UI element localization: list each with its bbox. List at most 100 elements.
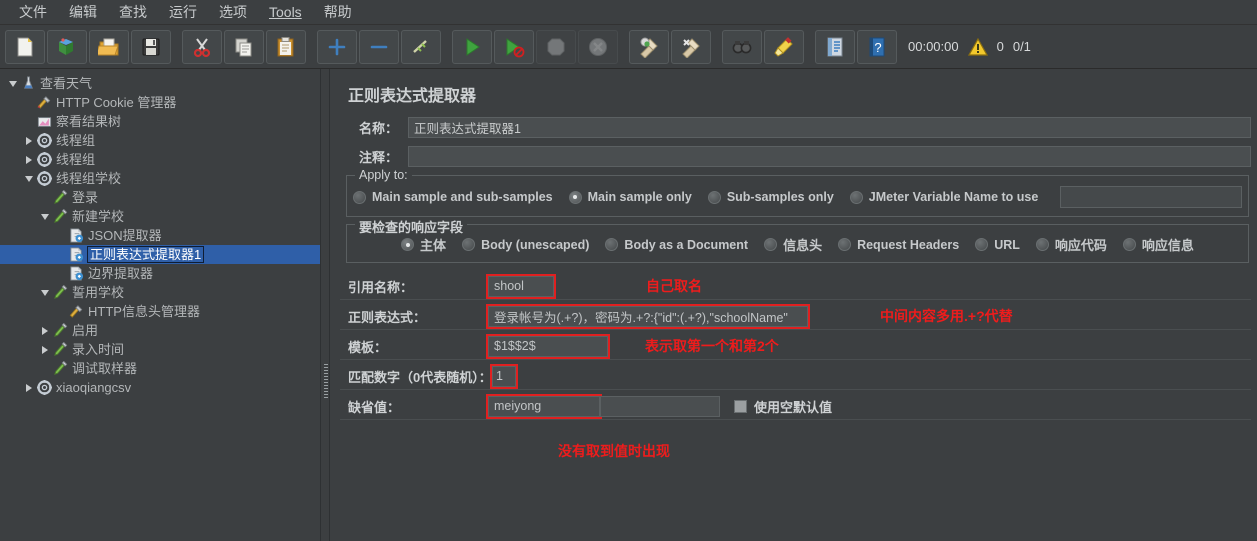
template-input[interactable] (486, 333, 610, 359)
tree-node[interactable]: HTTP信息头管理器 (0, 302, 320, 321)
default-value-label: 缺省值： (348, 399, 401, 415)
comment-input[interactable] (408, 146, 1251, 167)
tree-node[interactable]: 查看天气 (0, 74, 320, 93)
tree-toggle-none (22, 93, 35, 112)
radio-jmeter-variable-name[interactable]: JMeter Variable Name to use (849, 190, 1038, 204)
tree-node-label: 线程组 (56, 152, 96, 167)
menu-edit[interactable]: 编辑 (58, 1, 108, 23)
tree-toggle-none (38, 188, 51, 207)
tree-toggle-expanded-icon[interactable] (38, 207, 51, 226)
radio-request-headers[interactable]: Request Headers (838, 238, 959, 252)
radio-body[interactable]: 主体 (401, 235, 446, 254)
radio-body-as-a-document[interactable]: Body as a Document (605, 238, 748, 252)
regex-row: 正则表达式： 中间内容多用.+?代替 (340, 303, 1251, 330)
tree-node[interactable]: 察看结果树 (0, 112, 320, 131)
tree-node[interactable]: 边界提取器 (0, 264, 320, 283)
tree-node[interactable]: 线程组 (0, 150, 320, 169)
function-helper-icon[interactable] (815, 29, 855, 64)
menu-run[interactable]: 运行 (158, 1, 208, 23)
toolbar: ? 00:00:00 0 0/1 (0, 25, 1257, 69)
tree-node[interactable]: 新建学校 (0, 207, 320, 226)
tree-toggle-collapsed-icon[interactable] (22, 131, 35, 150)
radio-sub-samples-only[interactable]: Sub-samples only (707, 190, 834, 204)
tree-node[interactable]: HTTP Cookie 管理器 (0, 93, 320, 112)
collapse-icon[interactable] (359, 29, 399, 64)
refname-input[interactable] (486, 273, 556, 299)
warning-icon[interactable] (967, 37, 988, 56)
tree-toggle-expanded-icon[interactable] (38, 283, 51, 302)
help-icon[interactable]: ? (857, 29, 897, 64)
use-empty-default-checkbox[interactable] (734, 399, 747, 413)
template-label: 模板： (348, 339, 388, 355)
menu-help-label: 帮助 (323, 4, 352, 20)
radio-body-unescaped[interactable]: Body (unescaped) (462, 238, 589, 252)
expand-icon[interactable] (317, 29, 357, 64)
test-plan-tree[interactable]: 查看天气 HTTP Cookie 管理器 察看结果树 线程组 线程组 线程组学校 登录 新建学… (0, 69, 320, 541)
tree-toggle-expanded-icon[interactable] (6, 74, 19, 93)
start-no-pause-icon[interactable] (494, 29, 534, 64)
menu-file-label: 文件 (19, 4, 47, 20)
search-icon[interactable] (722, 29, 762, 64)
name-input[interactable] (408, 117, 1251, 138)
matchno-input[interactable] (490, 363, 518, 389)
menu-search[interactable]: 查找 (108, 1, 158, 23)
cut-icon[interactable] (182, 29, 222, 64)
default-value-input[interactable] (486, 393, 602, 419)
open-icon[interactable] (89, 29, 129, 64)
tree-node[interactable]: 誓用学校 (0, 283, 320, 302)
clear-icon[interactable] (629, 29, 669, 64)
copy-icon[interactable] (224, 29, 264, 64)
default-value-row: 缺省值： 使用空默认值 (340, 393, 1251, 420)
split-divider[interactable] (320, 69, 330, 541)
view-results-icon (35, 113, 53, 130)
tree-node[interactable]: JSON提取器 (0, 226, 320, 245)
start-icon[interactable] (452, 29, 492, 64)
tree-node-label: 录入时间 (72, 342, 125, 357)
tree-node[interactable]: xiaoqiangcsv (0, 378, 320, 397)
radio-headers[interactable]: 信息头 (764, 235, 822, 254)
tree-toggle-collapsed-icon[interactable] (22, 378, 35, 397)
radio-indicator (353, 190, 366, 204)
tree-toggle-expanded-icon[interactable] (22, 169, 35, 188)
test-plan-icon (19, 75, 37, 92)
tree-node[interactable]: 线程组 (0, 131, 320, 150)
regex-input[interactable] (486, 303, 810, 329)
tree-node-label: HTTP Cookie 管理器 (56, 95, 177, 110)
thread-group-icon (35, 151, 53, 168)
radio-response-message[interactable]: 响应信息 (1122, 235, 1194, 254)
tree-toggle-collapsed-icon[interactable] (38, 321, 51, 340)
response-field-group: 要检查的响应字段 主体 Body (unescaped) Body as a D… (346, 217, 1249, 263)
tree-node[interactable]: 线程组学校 (0, 169, 320, 188)
tree-node[interactable]: 正则表达式提取器1 (0, 245, 320, 264)
tree-node[interactable]: 调试取样器 (0, 359, 320, 378)
matchno-label: 匹配数字（0代表随机）： (348, 369, 492, 385)
sampler-icon (51, 284, 69, 301)
radio-main-sample-and-sub-samples[interactable]: Main sample and sub-samples (353, 190, 553, 204)
name-field-row: 名称： (340, 117, 1251, 138)
paste-icon[interactable] (266, 29, 306, 64)
default-value-extra-input[interactable] (600, 395, 720, 417)
new-icon[interactable] (5, 29, 45, 64)
clear-all-icon[interactable] (671, 29, 711, 64)
stop-icon (536, 29, 576, 64)
menu-tools[interactable]: Tools (258, 1, 313, 23)
tree-node[interactable]: 录入时间 (0, 340, 320, 359)
header-manager-icon (67, 303, 85, 320)
menu-help[interactable]: 帮助 (313, 1, 363, 23)
toggle-icon[interactable] (401, 29, 441, 64)
menu-file[interactable]: 文件 (8, 1, 58, 23)
reset-search-icon[interactable] (764, 29, 804, 64)
save-icon[interactable] (131, 29, 171, 64)
tree-node[interactable]: 启用 (0, 321, 320, 340)
radio-url[interactable]: URL (975, 238, 1020, 252)
jmeter-variable-name-input[interactable] (1060, 186, 1242, 208)
menu-bar: 文件 编辑 查找 运行 选项 Tools 帮助 (0, 0, 1257, 25)
radio-main-sample-only[interactable]: Main sample only (568, 190, 692, 204)
templates-icon[interactable] (47, 29, 87, 64)
menu-options[interactable]: 选项 (208, 1, 258, 23)
tree-node[interactable]: 登录 (0, 188, 320, 207)
tree-toggle-collapsed-icon[interactable] (38, 340, 51, 359)
radio-response-code[interactable]: 响应代码 (1035, 235, 1107, 254)
tree-toggle-collapsed-icon[interactable] (22, 150, 35, 169)
split-divider-grip[interactable] (324, 364, 328, 400)
